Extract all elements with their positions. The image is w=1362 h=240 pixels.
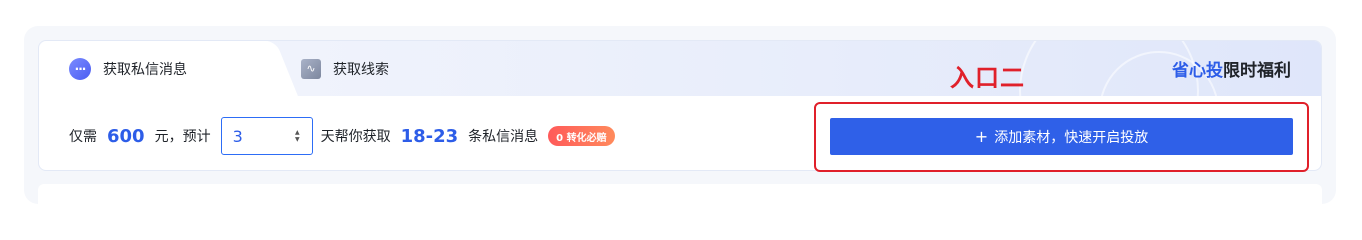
brand-promo-text: 限时福利 — [1223, 61, 1291, 81]
tab-get-leads[interactable]: ∿ 获取线索 — [301, 41, 389, 96]
guarantee-badge: 0 转化必赔 — [548, 126, 615, 146]
offer-suffix-1: 天帮你获取 — [320, 129, 391, 145]
message-range: 18-23 — [400, 125, 459, 147]
stepper-arrows-icon[interactable]: ▲ ▼ — [295, 129, 300, 143]
brand-name: 省心投 — [1172, 61, 1223, 81]
offer-mid-text: 元，预计 — [154, 129, 211, 145]
days-value: 3 — [232, 126, 243, 146]
add-material-button[interactable]: + 添加素材，快速开启投放 — [830, 118, 1293, 155]
tab-label: 获取线索 — [333, 61, 389, 78]
brand-promo: 省心投 限时福利 — [1172, 41, 1291, 96]
offer-prefix: 仅需 — [69, 129, 97, 145]
tab-bar: ··· 获取私信消息 ∿ 获取线索 省心投 限时福利 — [39, 41, 1321, 170]
days-stepper[interactable]: 3 ▲ ▼ — [220, 117, 313, 155]
tab-get-messages[interactable]: ··· 获取私信消息 — [69, 41, 187, 96]
tab-label: 获取私信消息 — [103, 61, 187, 78]
plus-icon: + — [974, 126, 989, 146]
add-material-label: 添加素材，快速开启投放 — [994, 129, 1149, 146]
caret-up-icon[interactable]: ▲ — [295, 129, 300, 136]
offer-suffix-2: 条私信消息 — [468, 129, 539, 145]
entry-annotation-label: 入口二 — [950, 64, 1025, 92]
price-value: 600 — [107, 125, 145, 147]
chat-bubble-icon: ··· — [69, 57, 91, 80]
offer-row: 仅需 600 元，预计 3 ▲ ▼ 天帮你获取 18-23 条私信消息 0 转化… — [69, 116, 615, 156]
trend-icon: ∿ — [301, 58, 321, 79]
caret-down-icon[interactable]: ▼ — [295, 136, 300, 143]
lower-card-edge — [38, 184, 1322, 204]
